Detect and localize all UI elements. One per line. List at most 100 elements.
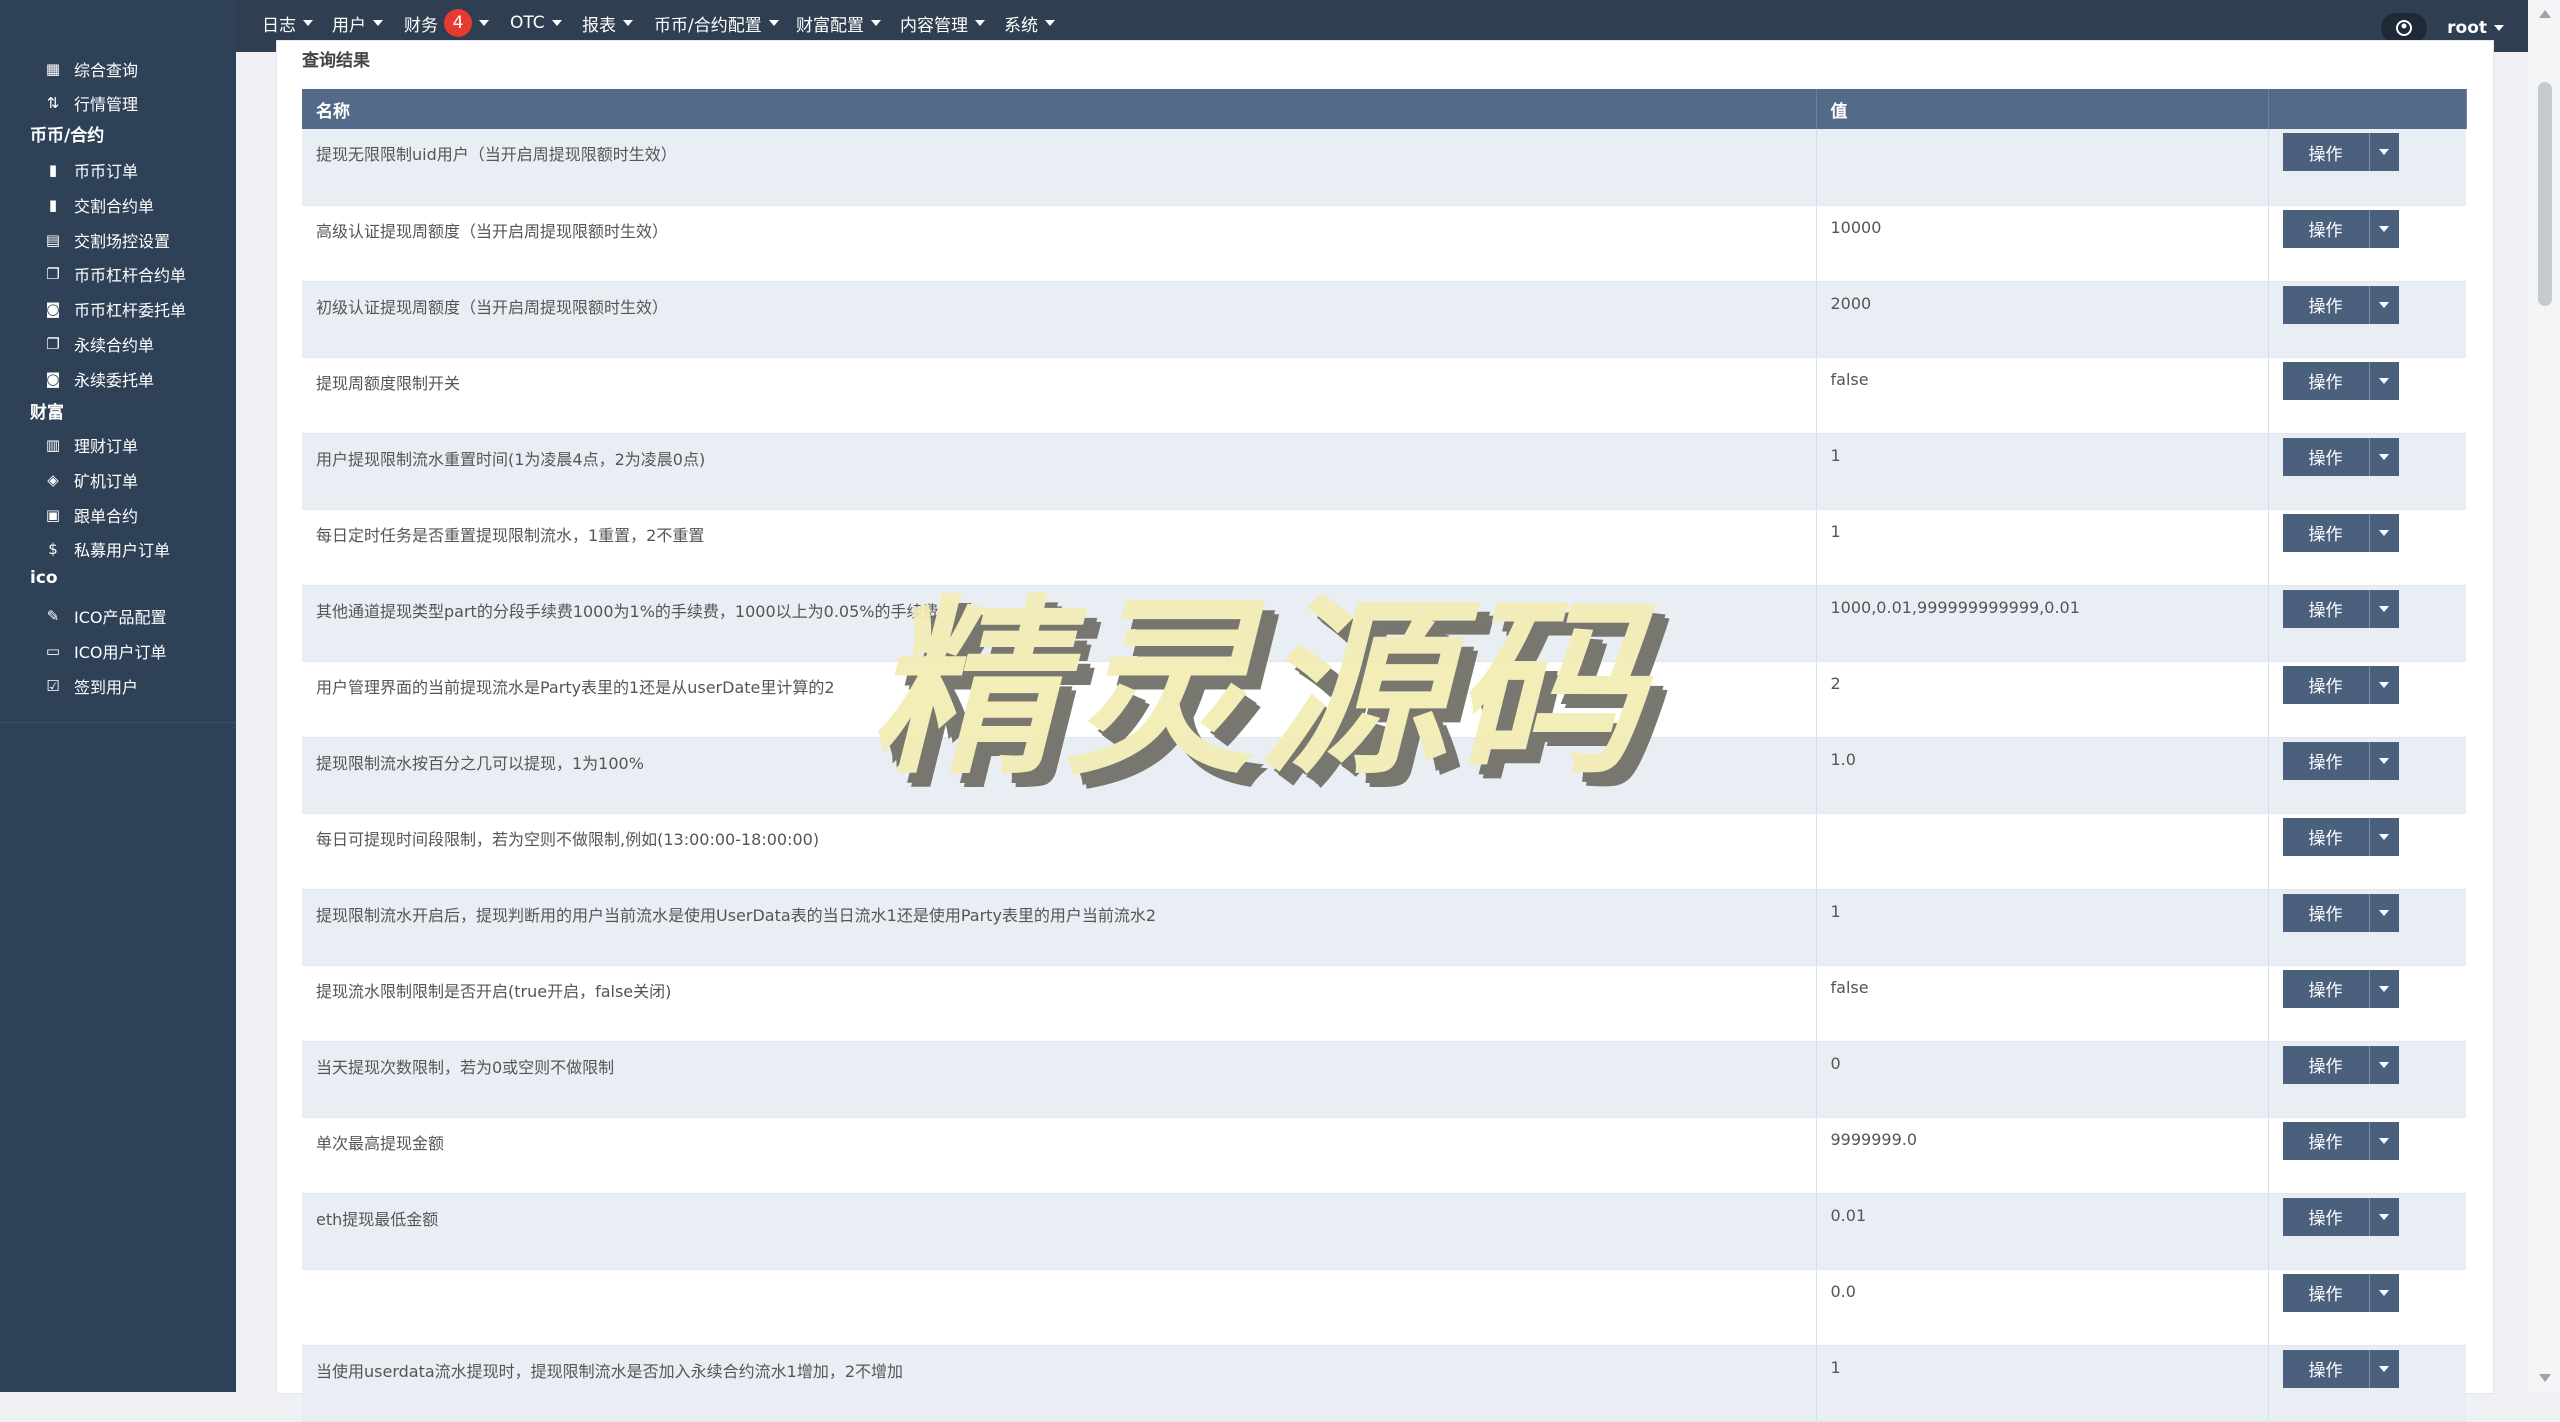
action-dropdown-toggle[interactable] xyxy=(2368,741,2399,780)
action-button[interactable]: 操作 xyxy=(2282,893,2369,932)
action-dropdown-toggle[interactable] xyxy=(2368,513,2399,552)
action-button[interactable]: 操作 xyxy=(2282,1121,2369,1160)
chevron-down-icon xyxy=(2379,377,2389,384)
action-button[interactable]: 操作 xyxy=(2282,741,2369,780)
sidebar-item-label: 跟单合约 xyxy=(74,506,139,526)
action-button[interactable]: 操作 xyxy=(2282,361,2369,400)
table-row: 其他通道提现类型part的分段手续费1000为1%的手续费，1000以上为0.0… xyxy=(302,585,2466,662)
sidebar-item-label: ICO用户订单 xyxy=(74,642,167,662)
config-value-cell: false xyxy=(1816,357,2269,434)
action-button[interactable]: 操作 xyxy=(2282,969,2369,1008)
sidebar-item[interactable]: ▭ ICO用户订单 xyxy=(44,636,167,666)
sidebar-section-title: ico xyxy=(30,568,58,588)
table-row: 当天提现次数限制，若为0或空则不做限制 0 操作 xyxy=(302,1041,2466,1118)
sidebar-item[interactable]: ◈ 矿机订单 xyxy=(44,465,138,495)
sidebar-item[interactable]: ▥ 理财订单 xyxy=(44,430,138,460)
sidebar-item[interactable]: ◙ 币币杠杆委托单 xyxy=(44,294,186,324)
layers-icon: ◈ xyxy=(47,470,59,489)
action-cell: 操作 xyxy=(2268,813,2466,890)
config-value-cell: false xyxy=(1816,965,2269,1042)
action-button[interactable]: 操作 xyxy=(2282,437,2369,476)
config-value-cell xyxy=(1816,813,2269,890)
action-cell: 操作 xyxy=(2268,1345,2466,1422)
action-dropdown-toggle[interactable] xyxy=(2368,893,2399,932)
edit-icon: ✎ xyxy=(46,607,60,625)
sidebar-item-label: 交割场控设置 xyxy=(74,231,171,251)
table-row: 高级认证提现周额度（当开启周提现限额时生效） 10000 操作 xyxy=(302,205,2466,282)
action-button-group: 操作 xyxy=(2282,513,2399,552)
scroll-thumb[interactable] xyxy=(2538,82,2552,306)
results-table: 名称 值 提现无限限制uid用户（当开启周提现限额时生效） 操作 高级认证提现周额度… xyxy=(302,89,2467,1422)
action-dropdown-toggle[interactable] xyxy=(2368,1045,2399,1084)
config-name-cell xyxy=(302,1269,1817,1346)
chevron-down-icon xyxy=(373,20,383,26)
action-button-group: 操作 xyxy=(2282,893,2399,932)
action-dropdown-toggle[interactable] xyxy=(2368,361,2399,400)
action-button[interactable]: 操作 xyxy=(2282,285,2369,324)
action-cell: 操作 xyxy=(2268,509,2466,586)
action-button[interactable]: 操作 xyxy=(2282,1197,2369,1236)
action-dropdown-toggle[interactable] xyxy=(2368,285,2399,324)
action-cell: 操作 xyxy=(2268,1193,2466,1270)
action-dropdown-toggle[interactable] xyxy=(2368,209,2399,248)
action-dropdown-toggle[interactable] xyxy=(2368,437,2399,476)
sidebar-item[interactable]: ▣ 跟单合约 xyxy=(44,500,138,530)
action-button-group: 操作 xyxy=(2282,361,2399,400)
config-value-cell: 1 xyxy=(1816,433,2269,510)
action-button[interactable]: 操作 xyxy=(2282,1045,2369,1084)
action-button[interactable]: 操作 xyxy=(2282,133,2369,171)
sidebar-item[interactable]: ✎ ICO产品配置 xyxy=(44,601,167,631)
chevron-down-icon xyxy=(2379,149,2389,155)
sidebar-item[interactable]: ▮ 币币订单 xyxy=(44,155,138,185)
action-button[interactable]: 操作 xyxy=(2282,1349,2369,1388)
sidebar-item-label: 币币杠杆合约单 xyxy=(74,266,187,286)
chevron-down-icon xyxy=(2379,681,2389,688)
sidebar-item[interactable]: ☑ 签到用户 xyxy=(44,671,138,701)
top-menu-label: 财富配置 xyxy=(796,15,864,36)
config-value-cell: 1000,0.01,999999999999,0.01 xyxy=(1816,585,2269,662)
sidebar-item[interactable]: ❐ 币币杠杆合约单 xyxy=(44,259,186,289)
action-button[interactable]: 操作 xyxy=(2282,665,2369,704)
action-button[interactable]: 操作 xyxy=(2282,1273,2369,1312)
action-button[interactable]: 操作 xyxy=(2282,817,2369,856)
scrollbar[interactable] xyxy=(2528,0,2560,1392)
action-button[interactable]: 操作 xyxy=(2282,209,2369,248)
sidebar-item[interactable]: ▮ 交割合约单 xyxy=(44,190,154,220)
action-dropdown-toggle[interactable] xyxy=(2368,1121,2399,1160)
top-menu-label: OTC xyxy=(510,13,545,33)
config-value-cell: 9999999.0 xyxy=(1816,1117,2269,1194)
sidebar-item[interactable]: ❐ 永续合约单 xyxy=(44,329,154,359)
scroll-up-icon[interactable] xyxy=(2539,10,2551,18)
message-icon: ▭ xyxy=(45,641,61,660)
action-dropdown-toggle[interactable] xyxy=(2368,133,2399,171)
action-button-group: 操作 xyxy=(2282,969,2399,1008)
action-button[interactable]: 操作 xyxy=(2282,589,2369,628)
action-button-group: 操作 xyxy=(2282,589,2399,628)
action-cell: 操作 xyxy=(2268,889,2466,966)
chevron-down-icon xyxy=(551,20,562,26)
column-header-name: 名称 xyxy=(302,89,1817,129)
action-dropdown-toggle[interactable] xyxy=(2368,1349,2399,1388)
sidebar-item-label: 签到用户 xyxy=(74,677,139,697)
sidebar-item[interactable]: ⇅ 行情管理 xyxy=(44,88,138,118)
sidebar-item[interactable]: ▤ 交割场控设置 xyxy=(44,225,170,255)
database-icon: ▥ xyxy=(45,436,61,454)
action-dropdown-toggle[interactable] xyxy=(2368,665,2399,704)
sidebar-item[interactable]: ◙ 永续委托单 xyxy=(44,364,154,394)
action-dropdown-toggle[interactable] xyxy=(2368,1197,2399,1236)
config-name-cell: 提现限制流水开启后，提现判断用的用户当前流水是使用UserData表的当日流水1… xyxy=(302,889,1817,966)
scroll-down-icon[interactable] xyxy=(2539,1374,2551,1382)
calendar-icon: ▣ xyxy=(45,505,61,524)
action-dropdown-toggle[interactable] xyxy=(2368,969,2399,1008)
table-row: 提现限制流水按百分之几可以提现，1为100% 1.0 操作 xyxy=(302,737,2466,814)
action-button[interactable]: 操作 xyxy=(2282,513,2369,552)
sidebar-item[interactable]: ▦ 综合查询 xyxy=(44,54,138,84)
action-dropdown-toggle[interactable] xyxy=(2368,1273,2399,1312)
sidebar-item[interactable]: $ 私募用户订单 xyxy=(44,534,170,564)
action-dropdown-toggle[interactable] xyxy=(2368,817,2399,856)
config-name-cell: 每日定时任务是否重置提现限制流水，1重置，2不重置 xyxy=(302,509,1817,586)
action-dropdown-toggle[interactable] xyxy=(2368,589,2399,628)
config-name-cell: 提现周额度限制开关 xyxy=(302,357,1817,434)
user-menu[interactable]: root xyxy=(2381,13,2504,43)
sidebar-item-label: 交割合约单 xyxy=(74,196,155,216)
